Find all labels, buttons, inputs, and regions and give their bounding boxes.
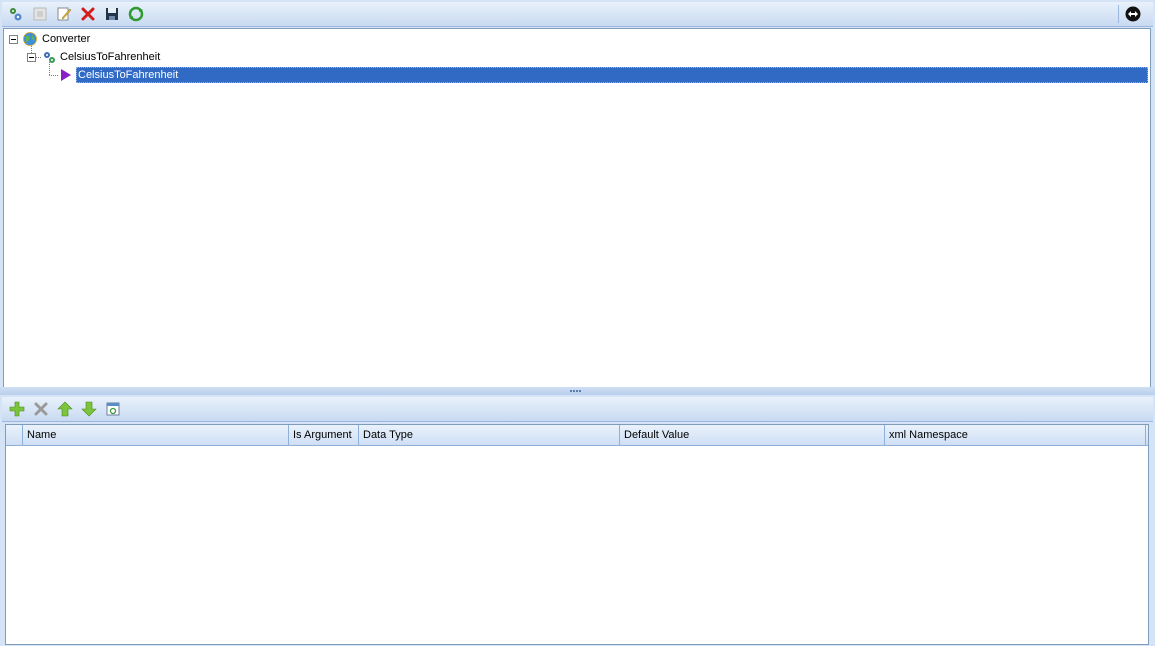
- collapse-toggle[interactable]: [9, 35, 18, 44]
- add-icon: [9, 401, 25, 417]
- save-icon: [106, 8, 118, 20]
- move-down-icon: [81, 401, 97, 417]
- move-up-button[interactable]: [56, 400, 74, 418]
- edit-icon: [57, 7, 72, 21]
- add-operation-button[interactable]: [31, 5, 49, 23]
- delete-icon: [81, 7, 95, 21]
- top-toolbar: [2, 2, 1153, 27]
- column-header-xml-namespace[interactable]: xml Namespace: [885, 425, 1146, 445]
- tree-node-converter[interactable]: Converter: [4, 31, 304, 47]
- tree-node-label: Converter: [42, 33, 91, 45]
- remove-icon: [34, 402, 48, 416]
- move-up-icon: [57, 401, 73, 417]
- parameters-toolbar: [2, 397, 1153, 422]
- play-arrow-icon: [59, 68, 73, 82]
- globe-icon: [23, 32, 37, 46]
- add-service-button[interactable]: [7, 5, 25, 23]
- properties-button[interactable]: [104, 400, 122, 418]
- tree-node-service[interactable]: CelsiusToFahrenheit: [4, 49, 304, 65]
- add-operation-icon: [33, 7, 47, 21]
- tree-node-operation[interactable]: CelsiusToFahrenheit: [4, 67, 304, 83]
- refresh-button[interactable]: [127, 5, 145, 23]
- parameters-grid: Name Is Argument Data Type Default Value…: [5, 424, 1149, 645]
- service-tree: Converter CelsiusToFahrenheit CelsiusToF…: [3, 28, 1151, 388]
- toggle-arrows-icon: [1125, 6, 1141, 22]
- tree-node-label: CelsiusToFahrenheit: [60, 51, 161, 63]
- collapse-toggle[interactable]: [27, 53, 36, 62]
- move-down-button[interactable]: [80, 400, 98, 418]
- add-parameter-button[interactable]: [8, 400, 26, 418]
- tree-node-label: CelsiusToFahrenheit: [78, 69, 179, 81]
- edit-button[interactable]: [55, 5, 73, 23]
- splitter-grip[interactable]: [570, 390, 582, 392]
- save-button[interactable]: [103, 5, 121, 23]
- refresh-icon: [128, 6, 144, 22]
- delete-button[interactable]: [79, 5, 97, 23]
- grid-body: [6, 446, 1148, 644]
- toolbar-separator: [1118, 5, 1119, 23]
- panel-splitter[interactable]: [0, 387, 1155, 395]
- row-selector-header[interactable]: [6, 425, 23, 445]
- grid-header: Name Is Argument Data Type Default Value…: [6, 425, 1148, 446]
- toggle-button[interactable]: [1124, 5, 1142, 23]
- remove-parameter-button[interactable]: [32, 400, 50, 418]
- column-header-default-value[interactable]: Default Value: [620, 425, 885, 445]
- column-header-is-argument[interactable]: Is Argument: [289, 425, 359, 445]
- add-service-icon: [10, 8, 22, 21]
- column-header-name[interactable]: Name: [23, 425, 289, 445]
- properties-icon: [106, 402, 120, 416]
- column-header-data-type[interactable]: Data Type: [359, 425, 620, 445]
- gears-icon: [42, 50, 56, 64]
